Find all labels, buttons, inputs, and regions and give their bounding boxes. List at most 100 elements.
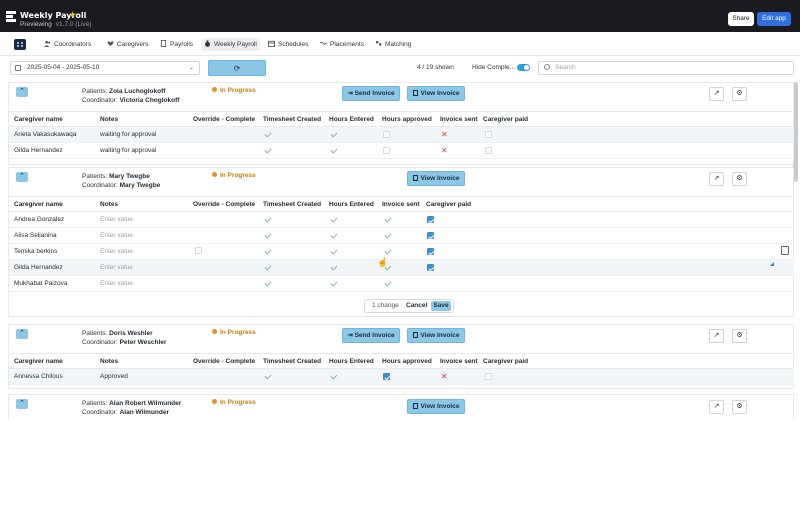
notes-input[interactable]: Enter value	[100, 276, 133, 292]
hide-completed-toggle[interactable]	[517, 64, 530, 71]
share-button[interactable]: Share	[728, 12, 754, 26]
grid-icon[interactable]	[14, 39, 26, 50]
notes-cell[interactable]: waiting for approval	[100, 143, 156, 159]
view-invoice-button[interactable]: View Invoice	[407, 171, 465, 186]
search-input[interactable]: Search	[538, 61, 794, 75]
nav-item-weekly-payroll[interactable]: Weekly Payroll	[201, 38, 260, 51]
nav-label: Weekly Payroll	[214, 41, 257, 48]
table-row[interactable]: Gilda Hernandez waiting for approval ✕	[9, 143, 794, 159]
group-meta: Patients: Alan Robert Wilmunder Coordina…	[82, 399, 181, 417]
external-link-icon: ↗	[713, 175, 720, 182]
settings-button[interactable]: ⚙	[732, 329, 747, 343]
caregiver-paid-checkbox[interactable]	[427, 264, 434, 271]
caregiver-name: Temika berkins	[14, 248, 58, 255]
send-invoice-button[interactable]: ⇥ Send Invoice	[342, 86, 400, 101]
cancel-button[interactable]: Cancel	[406, 300, 427, 312]
nav-item-matching[interactable]: Matching	[375, 40, 411, 51]
hours-approved-checkbox[interactable]	[383, 147, 390, 154]
collapse-button[interactable]: ⌃	[16, 329, 28, 339]
override-checkbox[interactable]	[195, 247, 202, 254]
collapse-button[interactable]: ⌃	[16, 87, 28, 97]
external-link-icon: ↗	[713, 403, 720, 410]
open-external-button[interactable]: ↗	[709, 172, 724, 186]
collapse-button[interactable]: ⌃	[16, 399, 28, 409]
send-icon: ⇥	[347, 332, 355, 339]
invoice-icon	[412, 175, 418, 181]
edit-row-icon[interactable]	[781, 246, 789, 255]
notes-cell[interactable]: waiting for approval	[100, 127, 156, 143]
invoice-sent-check-icon	[384, 215, 392, 223]
search-placeholder: Search	[555, 64, 576, 71]
table-row[interactable]: Gilda Hernandez Enter value	[9, 260, 794, 276]
caregiver-name: Alisa Selianina	[14, 232, 57, 239]
caregiver-paid-checkbox[interactable]	[427, 232, 434, 239]
preview-label: Previewing	[20, 21, 52, 28]
notes-input[interactable]: Enter value	[100, 244, 133, 260]
save-button[interactable]: Save	[431, 301, 451, 311]
open-external-button[interactable]: ↗	[709, 329, 724, 343]
settings-button[interactable]: ⚙	[732, 400, 747, 414]
timesheet-check-icon	[264, 279, 272, 287]
hours-entered-check-icon	[330, 247, 338, 255]
view-invoice-button[interactable]: View Invoice	[407, 328, 465, 343]
collapse-button[interactable]: ⌃	[16, 172, 28, 182]
date-range-picker[interactable]: 2025-05-04 - 2025-05-10 ⌄	[10, 61, 200, 75]
hours-approved-checkbox[interactable]	[383, 131, 390, 138]
table-row[interactable]: Andrea Gonzalez Enter value	[9, 212, 794, 228]
nav-label: Matching	[385, 41, 412, 48]
notes-input[interactable]: Enter value	[100, 260, 133, 276]
gear-icon: ⚙	[736, 175, 743, 182]
send-invoice-button[interactable]: ⇥ Send Invoice	[342, 328, 400, 343]
group-meta: Patients: Zoia Luchoglokoff Coordinator:…	[82, 87, 179, 105]
invoice-sent-check-icon	[384, 247, 392, 255]
nav-item-schedules[interactable]: Schedules	[268, 40, 308, 51]
caregiver-name: Arieta Vakasukawaqa	[14, 131, 77, 138]
timesheet-check-icon	[264, 130, 272, 138]
nav-item-caregivers[interactable]: Caregivers	[107, 40, 148, 51]
caregiver-paid-checkbox[interactable]	[427, 216, 434, 223]
refresh-button[interactable]: ⟳	[208, 60, 266, 76]
coordinator-label: Coordinator:	[82, 339, 118, 346]
table-row[interactable]: Annessa Chilous Approved ✕	[9, 369, 794, 385]
column-header: Hours Entered	[329, 201, 374, 208]
caregiver-paid-checkbox[interactable]	[485, 131, 492, 138]
caregiver-name: Annessa Chilous	[14, 373, 63, 380]
settings-button[interactable]: ⚙	[732, 87, 747, 101]
caregiver-paid-checkbox[interactable]	[485, 147, 492, 154]
nav-item-payrolls[interactable]: Payrolls	[160, 40, 193, 51]
view-invoice-button[interactable]: View Invoice	[407, 399, 465, 414]
table-row[interactable]: Arieta Vakasukawaqa waiting for approval…	[9, 127, 794, 143]
notes-input[interactable]: Enter value	[100, 212, 133, 228]
settings-button[interactable]: ⚙	[732, 172, 747, 186]
coordinator-label: Coordinator:	[82, 182, 118, 189]
patients-label: Patients:	[82, 330, 108, 337]
column-header: Notes	[100, 116, 119, 123]
coordinator-name: Alan Wilmunder	[119, 409, 170, 416]
notes-cell[interactable]: Approved	[100, 369, 128, 385]
nav-label: Caregivers	[117, 41, 149, 48]
chevron-up-icon: ⌃	[19, 400, 25, 407]
caregiver-paid-checkbox[interactable]	[427, 248, 434, 255]
gear-icon: ⚙	[736, 403, 743, 410]
table-row[interactable]: Alisa Selianina Enter value	[9, 228, 794, 244]
open-external-button[interactable]: ↗	[709, 87, 724, 101]
caregiver-paid-checkbox[interactable]	[485, 373, 492, 380]
nav-item-placements[interactable]: Placements	[320, 40, 364, 51]
status-badge: In Progress	[212, 172, 256, 179]
table-row[interactable]: Temika berkins Enter value	[9, 244, 794, 260]
table-header: Caregiver name Notes Override - Complete…	[9, 196, 794, 212]
nav-label: Schedules	[278, 41, 309, 48]
table-row[interactable]: Mukhabat Paizova Enter value	[9, 276, 794, 292]
timesheet-check-icon	[264, 372, 272, 380]
edit-app-button[interactable]: Edit app	[757, 12, 791, 26]
notes-input[interactable]: Enter value	[100, 228, 133, 244]
view-invoice-button[interactable]: View Invoice	[407, 86, 465, 101]
open-external-button[interactable]: ↗	[709, 400, 724, 414]
column-header: Notes	[100, 201, 119, 208]
chevron-up-icon: ⌃	[19, 88, 25, 95]
star-icon[interactable]: ★	[69, 10, 76, 19]
column-header: Hours Entered	[329, 358, 374, 365]
patient-name: Zoia Luchoglokoff	[109, 88, 166, 95]
hours-approved-checkbox[interactable]	[383, 373, 390, 380]
nav-item-coordinators[interactable]: Coordinators	[44, 40, 91, 51]
